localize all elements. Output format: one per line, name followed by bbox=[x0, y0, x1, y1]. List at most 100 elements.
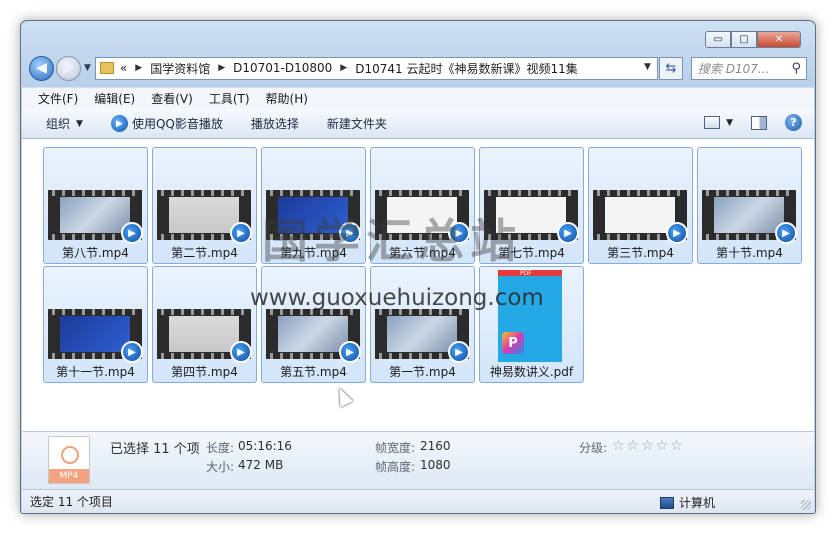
frame-height-label: 帧高度: bbox=[375, 460, 416, 474]
rating-label: 分级: bbox=[579, 441, 608, 455]
qq-player-badge-icon: ▶ bbox=[666, 222, 688, 244]
address-dropdown-icon[interactable]: ▼ bbox=[644, 62, 651, 72]
preview-pane-icon[interactable] bbox=[751, 115, 767, 130]
film-strip bbox=[266, 190, 360, 196]
menu-tools[interactable]: 工具(T) bbox=[209, 90, 250, 107]
back-button[interactable]: ◀ bbox=[29, 55, 54, 81]
media-circle-icon bbox=[61, 446, 79, 464]
view-options-dropdown-icon[interactable]: ▼ bbox=[726, 118, 733, 128]
qq-player-badge-icon: ▶ bbox=[230, 222, 252, 244]
folder-icon bbox=[99, 62, 114, 74]
navigation-bar: ◀ ▶ ▼ « ▶ 国学资料馆 ▶ D10701-D10800 ▶ D10741… bbox=[29, 53, 807, 83]
recent-pages-dropdown[interactable]: ▼ bbox=[84, 63, 91, 73]
video-frame bbox=[714, 197, 784, 233]
rating-stars[interactable]: ☆☆☆☆☆ bbox=[612, 438, 685, 454]
details-pane: MP4 已选择 11 个项 长度: 05:16:16 大小: 472 MB 帧宽… bbox=[22, 431, 814, 489]
file-tile[interactable]: ▶ 第四节.mp4 bbox=[152, 266, 257, 383]
history-chevron-icon[interactable]: « bbox=[120, 61, 127, 75]
command-bar: 组织 ▼ ▶ 使用QQ影音播放 播放选择 新建文件夹 ▼ ? bbox=[22, 109, 814, 139]
play-with-qq-button[interactable]: ▶ 使用QQ影音播放 bbox=[110, 115, 223, 132]
qq-player-badge-icon: ▶ bbox=[448, 341, 470, 363]
menu-file[interactable]: 文件(F) bbox=[38, 90, 78, 107]
file-name[interactable]: 第一节.mp4 bbox=[371, 363, 474, 380]
file-tile[interactable]: ▶ 第八节.mp4 bbox=[43, 147, 148, 264]
breadcrumb-item[interactable]: D10741 云起时《神易数新课》视频11集 bbox=[355, 60, 578, 77]
film-strip bbox=[157, 309, 251, 315]
file-name[interactable]: 第十一节.mp4 bbox=[44, 363, 147, 380]
breadcrumb-item[interactable]: D10701-D10800 bbox=[233, 61, 332, 75]
search-icon[interactable]: ⚲ bbox=[791, 61, 801, 76]
minimize-button[interactable]: ▭ bbox=[705, 31, 731, 48]
qq-player-badge-icon: ▶ bbox=[557, 222, 579, 244]
organize-label: 组织 bbox=[46, 117, 71, 131]
video-frame bbox=[169, 316, 239, 352]
status-computer-label: 计算机 bbox=[679, 496, 716, 510]
maximize-button[interactable]: □ bbox=[731, 31, 757, 48]
pdf-thumbnail: PDF P bbox=[498, 270, 562, 362]
breadcrumb-separator-icon[interactable]: ▶ bbox=[218, 63, 225, 73]
file-name[interactable]: 第十节.mp4 bbox=[698, 244, 801, 261]
view-controls: ▼ ? bbox=[704, 114, 802, 131]
change-view-icon[interactable] bbox=[704, 116, 721, 129]
frame-width-label: 帧宽度: bbox=[375, 441, 416, 455]
file-tile[interactable]: PDF P 神易数讲义.pdf bbox=[479, 266, 584, 383]
film-strip bbox=[48, 190, 142, 196]
refresh-button[interactable]: ⇆ bbox=[658, 56, 683, 80]
length-label: 长度: bbox=[206, 441, 235, 455]
video-frame bbox=[605, 197, 675, 233]
mp4-file-icon: MP4 bbox=[48, 436, 90, 484]
selection-count: 已选择 11 个项 bbox=[110, 442, 200, 457]
file-name[interactable]: 第五节.mp4 bbox=[262, 363, 365, 380]
mp4-file-icon-label: MP4 bbox=[49, 469, 89, 483]
status-computer: 计算机 bbox=[660, 494, 715, 511]
file-tile[interactable]: ▶ 第三节.mp4 bbox=[588, 147, 693, 264]
search-input[interactable]: 搜索 D107... ⚲ bbox=[690, 56, 807, 80]
file-tile[interactable]: ▶ 第十一节.mp4 bbox=[43, 266, 148, 383]
breadcrumb-separator-icon[interactable]: ▶ bbox=[135, 63, 142, 73]
play-selection-button[interactable]: 播放选择 bbox=[251, 115, 299, 132]
file-name[interactable]: 神易数讲义.pdf bbox=[480, 363, 583, 380]
file-name[interactable]: 第二节.mp4 bbox=[153, 244, 256, 261]
frame-height-value[interactable]: 1080 bbox=[420, 458, 451, 472]
status-text: 选定 11 个项目 bbox=[30, 495, 113, 509]
file-name[interactable]: 第八节.mp4 bbox=[44, 244, 147, 261]
file-tile[interactable]: ▶ 第一节.mp4 bbox=[370, 266, 475, 383]
file-tile[interactable]: ▶ 第二节.mp4 bbox=[152, 147, 257, 264]
play-with-qq-label: 使用QQ影音播放 bbox=[131, 117, 223, 131]
video-frame bbox=[60, 316, 130, 352]
close-button[interactable]: ✕ bbox=[757, 31, 801, 48]
menu-view[interactable]: 查看(V) bbox=[151, 90, 193, 107]
computer-icon bbox=[660, 496, 674, 509]
qq-player-icon: ▶ bbox=[110, 115, 128, 132]
forward-button[interactable]: ▶ bbox=[56, 55, 81, 81]
film-strip bbox=[48, 309, 142, 315]
file-name[interactable]: 第三节.mp4 bbox=[589, 244, 692, 261]
address-bar[interactable]: « ▶ 国学资料馆 ▶ D10701-D10800 ▶ D10741 云起时《神… bbox=[94, 56, 658, 80]
new-folder-button[interactable]: 新建文件夹 bbox=[327, 115, 387, 132]
search-placeholder: 搜索 D107... bbox=[697, 61, 770, 76]
file-tile[interactable]: ▶ 第十节.mp4 bbox=[697, 147, 802, 264]
qq-player-badge-icon: ▶ bbox=[121, 341, 143, 363]
video-frame bbox=[60, 197, 130, 233]
pdf-tag: PDF bbox=[520, 270, 532, 277]
breadcrumb-separator-icon[interactable]: ▶ bbox=[340, 63, 347, 73]
resize-grip[interactable] bbox=[801, 500, 811, 510]
pdf-reader-icon: P bbox=[502, 332, 524, 354]
file-name[interactable]: 第四节.mp4 bbox=[153, 363, 256, 380]
help-icon[interactable]: ? bbox=[785, 114, 802, 131]
video-frame bbox=[278, 316, 348, 352]
frame-width-value[interactable]: 2160 bbox=[420, 439, 451, 453]
menu-edit[interactable]: 编辑(E) bbox=[94, 90, 135, 107]
qq-player-badge-icon: ▶ bbox=[339, 341, 361, 363]
size-label: 大小: bbox=[206, 460, 235, 474]
size-value: 472 MB bbox=[238, 458, 284, 472]
status-bar: 选定 11 个项目 计算机 bbox=[22, 489, 814, 513]
organize-button[interactable]: 组织 ▼ bbox=[46, 115, 83, 132]
qq-player-badge-icon: ▶ bbox=[775, 222, 797, 244]
menu-help[interactable]: 帮助(H) bbox=[266, 90, 308, 107]
watermark-url: www.guoxuehuizong.com bbox=[250, 285, 544, 311]
file-tile[interactable]: ▶ 第五节.mp4 bbox=[261, 266, 366, 383]
film-strip bbox=[157, 190, 251, 196]
length-value: 05:16:16 bbox=[238, 439, 292, 453]
breadcrumb-item[interactable]: 国学资料馆 bbox=[150, 60, 210, 77]
